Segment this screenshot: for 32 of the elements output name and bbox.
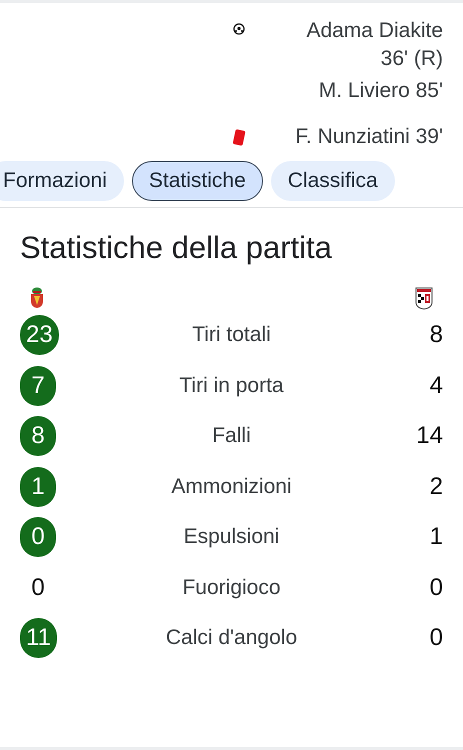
stat-label: Fuorigioco (181, 576, 282, 600)
stat-value: 14 (415, 421, 443, 452)
tab[interactable]: Statistiche (132, 161, 263, 201)
leading-value-badge: 0 (20, 517, 56, 558)
stat-label: Calci d'angolo (164, 626, 298, 650)
stat-value: 0 (428, 623, 443, 654)
tab[interactable]: Classifica (270, 161, 395, 201)
player-event: M. Liviero 85' (318, 78, 443, 104)
football-icon (233, 23, 245, 35)
player-event: F. Nunziatini 39' (294, 124, 443, 150)
stat-label: Espulsioni (182, 525, 280, 550)
crest-icon (30, 287, 44, 309)
stat-label: Falli (211, 424, 252, 448)
leading-value-badge: 23 (20, 315, 59, 356)
section-title: Statistiche della partita (20, 230, 333, 266)
stat-value: 2 (428, 472, 443, 502)
penalty-card-icon (232, 129, 246, 147)
crest-icon (415, 286, 433, 310)
stat-value: 8 (428, 320, 443, 350)
stat-label: Tiri totali (191, 323, 272, 348)
player-event: Adama Diakite 36' (R) (305, 18, 443, 72)
stat-value: 0 (428, 572, 443, 603)
leading-value-badge: 11 (20, 618, 57, 658)
leading-value-badge: 8 (20, 416, 56, 456)
leading-value-badge: 1 (20, 466, 56, 507)
stat-label: Ammonizioni (170, 474, 293, 499)
stat-label: Tiri in porta (178, 374, 285, 398)
tab[interactable]: Formazioni (0, 161, 124, 201)
stat-value: 1 (428, 522, 443, 552)
stat-value: 4 (428, 370, 443, 401)
leading-value-badge: 7 (20, 366, 56, 406)
stat-value: 0 (30, 572, 46, 603)
